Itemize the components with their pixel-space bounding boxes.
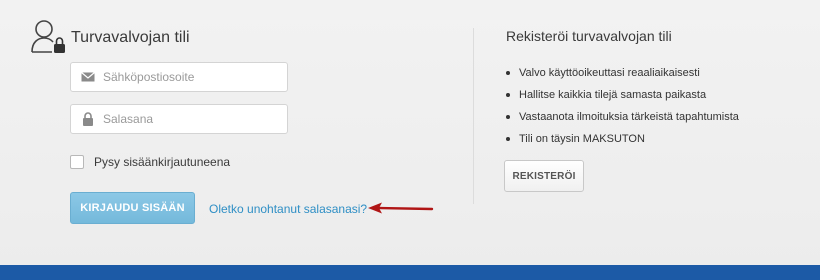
list-item: Hallitse kaikkia tilejä samasta paikasta [506,84,739,106]
footer-bar [0,265,820,280]
benefit-text: Hallitse kaikkia tilejä samasta paikasta [519,89,707,101]
remember-label[interactable]: Pysy sisäänkirjautuneena [94,155,230,169]
register-title: Rekisteröi turvavalvojan tili [506,28,672,44]
padlock-icon [83,112,93,126]
envelope-icon [81,72,95,82]
benefit-text: Vastaanota ilmoituksia tärkeistä tapahtu… [519,111,739,123]
benefits-list: Valvo käyttöoikeuttasi reaaliaikaisesti … [506,62,739,150]
list-item: Valvo käyttöoikeuttasi reaaliaikaisesti [506,62,739,84]
vertical-divider [473,28,474,204]
password-field[interactable] [70,104,288,134]
benefit-text: Tili on täysin MAKSUTON [519,133,645,145]
bullet-icon [506,71,510,75]
remember-me: Pysy sisäänkirjautuneena [70,155,230,169]
password-input[interactable] [103,105,287,133]
register-button[interactable]: REKISTERÖI [504,160,584,192]
remember-checkbox[interactable] [70,155,84,169]
user-lock-icon [31,20,65,53]
login-button[interactable]: KIRJAUDU SISÄÄN [70,192,195,224]
forgot-password-link[interactable]: Oletko unohtanut salasanasi? [209,202,367,216]
email-field[interactable] [70,62,288,92]
benefit-text: Valvo käyttöoikeuttasi reaaliaikaisesti [519,67,700,79]
bullet-icon [506,137,510,141]
list-item: Vastaanota ilmoituksia tärkeistä tapahtu… [506,106,739,128]
login-title: Turvavalvojan tili [71,29,190,46]
bullet-icon [506,93,510,97]
bullet-icon [506,115,510,119]
login-header: Turvavalvojan tili [30,18,190,56]
email-input[interactable] [103,63,287,91]
list-item: Tili on täysin MAKSUTON [506,128,739,150]
login-page: Turvavalvojan tili Pysy sisäänkirjautune… [0,0,820,280]
red-arrow-icon [368,202,434,214]
